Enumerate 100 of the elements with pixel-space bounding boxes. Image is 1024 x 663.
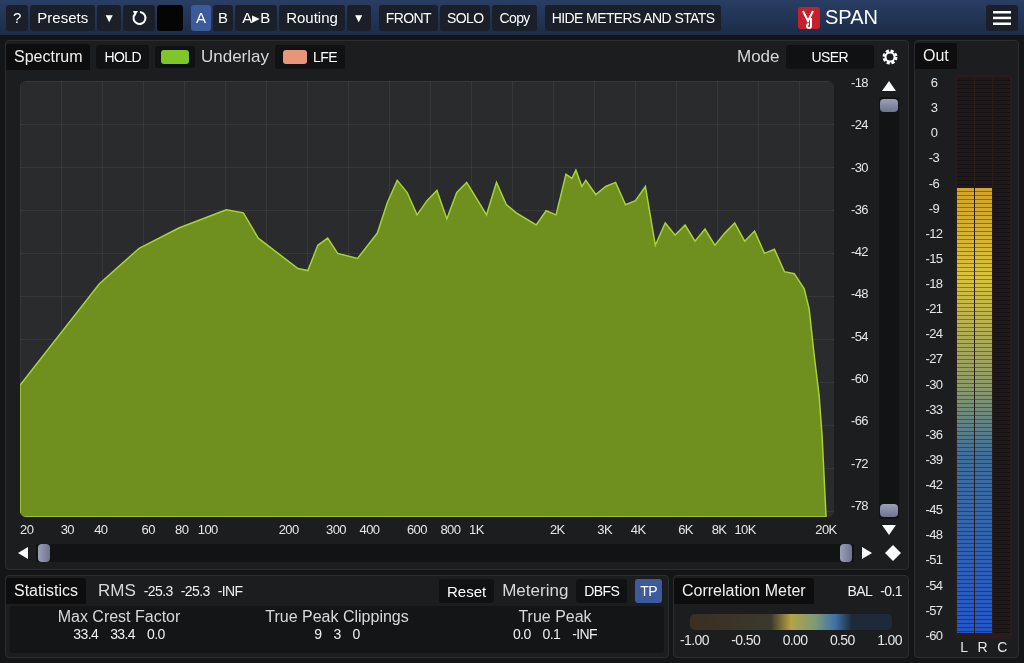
reset-button[interactable]: Reset xyxy=(439,579,495,603)
db-label: -72 xyxy=(851,455,868,471)
frequency-label: 2K xyxy=(550,522,565,537)
statistic-value: 33.4 xyxy=(73,626,99,642)
statistic-value: 0 xyxy=(352,626,360,642)
rms-label: RMS xyxy=(98,581,136,601)
help-button[interactable]: ? xyxy=(6,4,29,31)
frequency-label: 30 xyxy=(60,522,74,537)
channel-label: C xyxy=(997,639,1007,655)
frequency-label: 1K xyxy=(469,522,484,537)
meter-scale-label: -21 xyxy=(925,301,943,317)
hide-meters-button[interactable]: HIDE METERS AND STATS xyxy=(544,4,722,31)
presets-button[interactable]: Presets xyxy=(30,4,96,31)
undo-button[interactable] xyxy=(123,4,156,31)
scroll-handle[interactable] xyxy=(840,544,852,562)
statistics-tab[interactable]: Statistics xyxy=(6,578,86,604)
meter-scale-label: -60 xyxy=(925,627,943,643)
correlation-label: 1.00 xyxy=(877,632,902,648)
meter-scale-label: -12 xyxy=(925,225,943,241)
diamond-icon[interactable] xyxy=(884,544,902,562)
mode-label: Mode xyxy=(736,47,780,67)
frequency-label: 6K xyxy=(678,522,693,537)
product-name: SPAN xyxy=(825,6,878,29)
routing-dropdown-button[interactable]: ▼ xyxy=(346,4,371,31)
scroll-right-icon[interactable] xyxy=(860,545,874,561)
underlay-label: Underlay xyxy=(200,47,269,67)
frequency-label: 60 xyxy=(141,522,155,537)
frequency-label: 80 xyxy=(175,522,189,537)
scroll-left-icon[interactable] xyxy=(16,545,30,561)
statistic-value: 0.0 xyxy=(512,626,531,642)
toolbar-button[interactable]: Copy xyxy=(492,4,537,31)
statistic-value: 3 xyxy=(333,626,341,642)
spectrum-color-swatch[interactable] xyxy=(154,46,195,68)
meter-scale-label: -9 xyxy=(928,200,940,216)
balance-label: BAL xyxy=(847,583,873,599)
meter-scale-label: -18 xyxy=(925,276,943,291)
db-label: -78 xyxy=(851,497,868,513)
scroll-handle[interactable] xyxy=(38,544,50,562)
meter-scale-label: -3 xyxy=(928,150,940,166)
presets-dropdown-button[interactable]: ▼ xyxy=(97,4,122,31)
hold-button[interactable]: HOLD xyxy=(96,45,149,69)
meter-scale-label: -57 xyxy=(925,602,943,618)
frequency-label: 40 xyxy=(94,522,108,537)
true-peak-toggle[interactable]: TP xyxy=(635,579,662,603)
toolbar-button[interactable]: SOLO xyxy=(439,4,491,31)
statistic-value: -INF xyxy=(572,626,598,642)
statistic-value: 33.4 xyxy=(110,626,135,642)
db-label: -42 xyxy=(851,244,868,260)
scroll-handle[interactable] xyxy=(880,99,898,112)
frequency-label: 20 xyxy=(20,522,34,537)
frequency-label: 600 xyxy=(406,522,427,537)
frequency-label: 4K xyxy=(630,522,646,537)
correlation-label: -0.50 xyxy=(731,632,761,648)
frequency-label: 800 xyxy=(440,522,461,537)
toolbar-button[interactable]: FRONT xyxy=(378,4,438,31)
display-field xyxy=(157,4,184,31)
statistic-value: 0.0 xyxy=(147,626,165,642)
statistic-value: 0.1 xyxy=(542,626,561,642)
frequency-label: 8K xyxy=(711,522,727,537)
meter-scale-label: -51 xyxy=(925,552,943,568)
spectrum-tab[interactable]: Spectrum xyxy=(6,44,91,70)
db-label: -24 xyxy=(851,117,868,133)
underlay-button[interactable]: LFE xyxy=(275,45,345,69)
out-tab[interactable]: Out xyxy=(915,43,957,69)
meter-scale-label: -42 xyxy=(925,477,943,492)
scroll-down-icon[interactable] xyxy=(880,523,898,537)
metering-selector[interactable]: DBFS xyxy=(576,579,628,603)
meter-scale-label: 0 xyxy=(930,125,938,141)
meter-scale-label: -45 xyxy=(925,502,943,518)
meter-scale-label: -27 xyxy=(925,351,943,367)
statistic-value: 9 xyxy=(314,626,322,642)
scroll-up-icon[interactable] xyxy=(880,79,898,93)
ab-slot-button[interactable]: A xyxy=(191,4,212,31)
statistic-title: Max Crest Factor xyxy=(57,608,181,626)
db-label: -18 xyxy=(851,75,868,90)
correlation-meter-tab[interactable]: Correlation Meter xyxy=(674,578,814,604)
db-label: -66 xyxy=(851,413,868,429)
channel-label: L xyxy=(960,639,968,655)
frequency-label: 20K xyxy=(815,522,837,537)
meter-scale-label: -6 xyxy=(928,175,940,191)
scroll-handle[interactable] xyxy=(880,504,898,517)
mode-selector[interactable]: USER xyxy=(785,45,874,69)
meter-scale-label: -54 xyxy=(925,577,943,593)
menu-button[interactable] xyxy=(986,4,1018,31)
undo-icon xyxy=(130,8,149,27)
menu-icon xyxy=(993,9,1011,26)
correlation-label: 0.50 xyxy=(829,632,855,648)
routing-button[interactable]: Routing xyxy=(279,4,345,31)
statistic-title: True Peak xyxy=(518,608,592,626)
frequency-label: 10K xyxy=(734,522,756,537)
frequency-label: 400 xyxy=(359,522,380,537)
ab-slot-button[interactable]: B xyxy=(213,4,234,31)
copy-a-to-b-button[interactable]: A▸B xyxy=(235,4,278,31)
meter-scale-label: -48 xyxy=(925,527,943,543)
db-label: -60 xyxy=(851,371,868,387)
meter-scale-label: 3 xyxy=(930,100,938,116)
correlation-label: 0.00 xyxy=(782,632,808,648)
balance-value: -0.1 xyxy=(880,583,902,599)
meter-scale-label: -33 xyxy=(925,401,943,417)
settings-icon[interactable] xyxy=(880,47,900,67)
